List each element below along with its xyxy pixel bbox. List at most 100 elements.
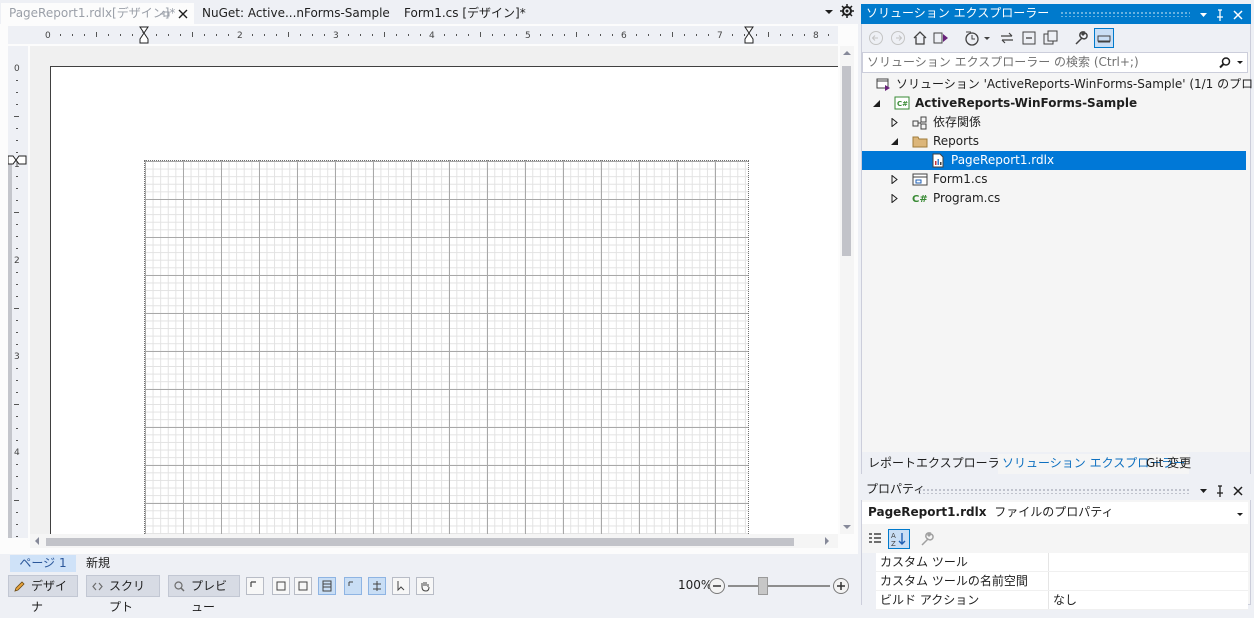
ruler-tick-mark bbox=[16, 464, 18, 465]
sync-icon[interactable] bbox=[998, 29, 1016, 47]
gear-icon[interactable] bbox=[840, 4, 854, 18]
svg-text:C#: C# bbox=[897, 100, 908, 108]
tree-item-project[interactable]: C# ActiveReports-WinForms-Sample bbox=[862, 94, 1246, 113]
ruler-tick-mark bbox=[600, 34, 601, 36]
scroll-left-icon[interactable] bbox=[32, 536, 42, 546]
close-icon[interactable] bbox=[177, 8, 189, 20]
ruler-tick-mark bbox=[396, 34, 397, 36]
zoom-slider[interactable] bbox=[728, 585, 830, 587]
search-icon[interactable] bbox=[1218, 56, 1232, 70]
align-top-left-icon[interactable] bbox=[246, 577, 264, 595]
tree-item-pagereport1[interactable]: PageReport1.rdlx bbox=[862, 151, 1246, 170]
object-name: PageReport1.rdlx bbox=[868, 505, 987, 519]
property-object-selector[interactable]: PageReport1.rdlx ファイルのプロパティ bbox=[862, 502, 1248, 524]
ruler-tick-mark bbox=[72, 34, 73, 36]
tab-form1-design[interactable]: Form1.cs [デザイン]* bbox=[396, 3, 554, 24]
chevron-down-icon bbox=[1200, 13, 1207, 17]
ruler-tick-label: 0 bbox=[14, 64, 20, 74]
ruler-tick-mark bbox=[16, 512, 18, 513]
switch-views-icon[interactable] bbox=[932, 29, 950, 47]
ruler-tick-mark bbox=[492, 34, 493, 36]
solution-explorer-title[interactable]: ソリューション エクスプローラー bbox=[861, 4, 1251, 24]
report-body-region[interactable] bbox=[144, 160, 749, 540]
tree-item-label: PageReport1.rdlx bbox=[951, 153, 1055, 167]
preview-selected-items-icon[interactable] bbox=[1094, 28, 1114, 48]
property-row[interactable]: カスタム ツール bbox=[862, 553, 1248, 572]
tree-item-label: 依存関係 bbox=[933, 115, 982, 129]
expanded-icon[interactable] bbox=[890, 137, 899, 146]
chevron-down-icon[interactable] bbox=[1236, 509, 1244, 519]
zoom-slider-thumb[interactable] bbox=[758, 577, 768, 595]
ruler-tick-mark bbox=[168, 34, 169, 36]
ruler-tick-mark bbox=[408, 34, 409, 36]
solution-search-input[interactable]: ソリューション エクスプローラー の検索 (Ctrl+;) bbox=[862, 52, 1248, 73]
ruler-tick-mark bbox=[684, 34, 685, 36]
tab-page-1[interactable]: ページ 1 bbox=[10, 555, 76, 572]
layout-box-icon[interactable] bbox=[272, 577, 290, 595]
snap-lines-icon[interactable] bbox=[344, 577, 362, 595]
tab-pagereport1-design[interactable]: PageReport1.rdlx[デザイン]* bbox=[1, 3, 194, 24]
pin-icon bbox=[1217, 485, 1223, 497]
designer-button[interactable]: デザイナ bbox=[8, 575, 78, 614]
magnifier-icon bbox=[173, 580, 186, 593]
back-icon[interactable] bbox=[867, 29, 885, 47]
home-icon[interactable] bbox=[911, 29, 929, 47]
chevron-down-icon[interactable] bbox=[1236, 57, 1244, 67]
property-value[interactable] bbox=[1048, 572, 1248, 590]
zoom-out-icon[interactable] bbox=[708, 577, 726, 595]
show-all-files-icon[interactable] bbox=[1042, 29, 1060, 47]
object-type: ファイルのプロパティ bbox=[994, 505, 1114, 519]
property-value[interactable]: なし bbox=[1048, 591, 1248, 609]
preview-button[interactable]: プレビュー bbox=[168, 575, 240, 614]
tree-item-program[interactable]: C# Program.cs bbox=[862, 189, 1246, 208]
wrench-icon[interactable] bbox=[918, 530, 936, 548]
ruler-tick-mark bbox=[16, 488, 18, 489]
tab-git-changes[interactable]: Git 変更 bbox=[1142, 454, 1195, 474]
horizontal-ruler[interactable]: 012345678 bbox=[28, 26, 838, 44]
tree-item-dependencies[interactable]: 依存関係 bbox=[862, 113, 1246, 132]
property-value[interactable] bbox=[1048, 553, 1248, 571]
collapse-all-icon[interactable] bbox=[1020, 29, 1038, 47]
ruler-body-band bbox=[8, 164, 12, 538]
layout-box-icon[interactable] bbox=[294, 577, 312, 595]
tab-nuget[interactable]: NuGet: Active...nForms-Sample bbox=[194, 3, 396, 24]
snap-grid-icon[interactable] bbox=[368, 577, 386, 595]
vertical-ruler[interactable]: 01234 bbox=[8, 46, 28, 538]
pending-changes-icon[interactable] bbox=[963, 29, 981, 47]
tree-item-solution[interactable]: ソリューション 'ActiveReports-WinForms-Sample' … bbox=[862, 75, 1254, 94]
grid-toggle-icon[interactable] bbox=[318, 577, 336, 595]
svg-text:C#: C# bbox=[912, 194, 928, 205]
script-button[interactable]: スクリプト bbox=[86, 575, 160, 614]
categorized-icon[interactable] bbox=[866, 530, 884, 548]
ruler-tick-label: 4 bbox=[429, 31, 435, 41]
collapsed-icon[interactable] bbox=[890, 194, 899, 203]
vertical-scrollbar-thumb[interactable] bbox=[842, 66, 851, 256]
tab-new-page[interactable]: 新規 bbox=[80, 555, 130, 572]
hand-icon[interactable] bbox=[416, 577, 434, 595]
ruler-tick-mark bbox=[16, 236, 18, 237]
ruler-tick-mark bbox=[660, 34, 661, 36]
collapsed-icon[interactable] bbox=[890, 118, 899, 127]
scroll-up-icon[interactable] bbox=[842, 48, 852, 58]
collapsed-icon[interactable] bbox=[890, 175, 899, 184]
ruler-tick-mark bbox=[324, 34, 325, 36]
tree-item-reports-folder[interactable]: Reports bbox=[862, 132, 1246, 151]
scroll-down-icon[interactable] bbox=[842, 522, 852, 532]
forward-icon[interactable] bbox=[889, 29, 907, 47]
report-file-icon bbox=[930, 153, 946, 168]
tree-item-form1[interactable]: Form1.cs bbox=[862, 170, 1246, 189]
chevron-down-icon[interactable] bbox=[822, 6, 836, 18]
horizontal-scrollbar-thumb[interactable] bbox=[46, 538, 794, 546]
property-row[interactable]: カスタム ツールの名前空間 bbox=[862, 572, 1248, 591]
ruler-tick-mark bbox=[276, 34, 277, 36]
zoom-in-icon[interactable] bbox=[832, 577, 850, 595]
pin-icon[interactable] bbox=[159, 8, 171, 20]
pointer-icon[interactable] bbox=[392, 577, 410, 595]
wrench-icon[interactable] bbox=[1072, 29, 1090, 47]
expanded-icon[interactable] bbox=[872, 99, 881, 108]
ruler-tick-mark bbox=[16, 536, 18, 537]
csharp-project-icon: C# bbox=[894, 96, 910, 111]
property-row[interactable]: ビルド アクション なし bbox=[862, 591, 1248, 610]
scroll-right-icon[interactable] bbox=[822, 536, 832, 546]
alphabetical-icon[interactable]: AZ bbox=[888, 529, 910, 549]
